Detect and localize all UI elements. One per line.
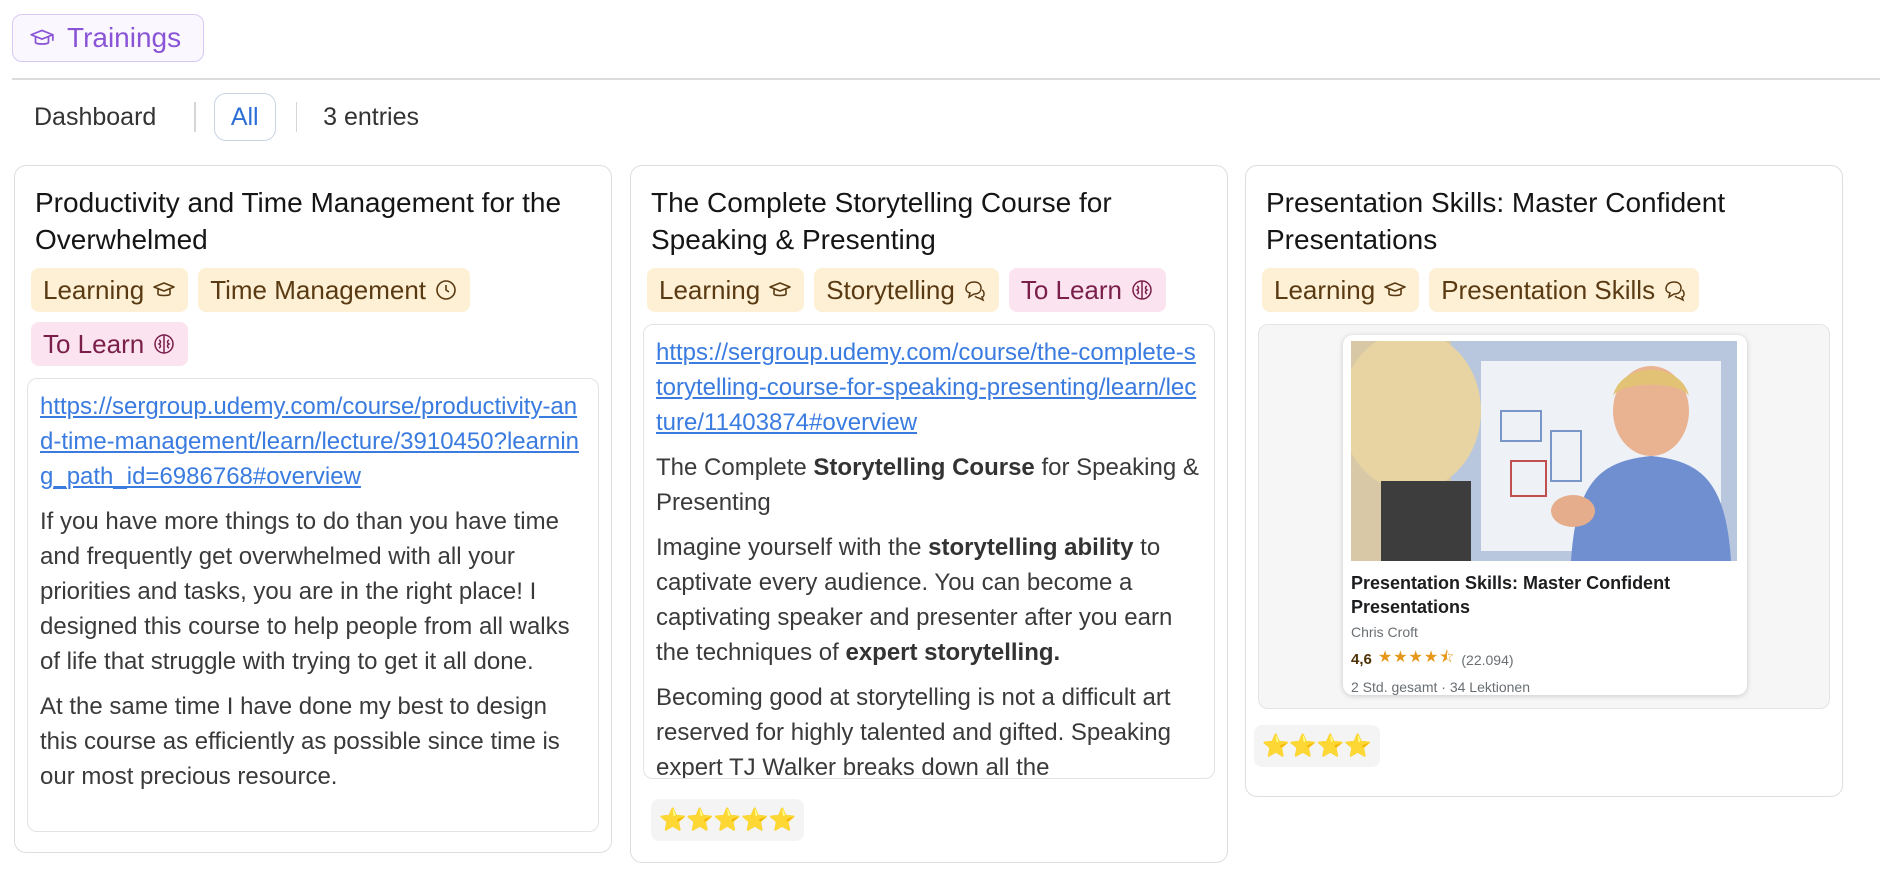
rating-value: 4,6 [1351,651,1372,668]
preview-meta: 2 Std. gesamt · 34 Lektionen [1351,679,1530,695]
tag-list: Learning Presentation Skills [1246,258,1842,312]
link-preview-container: Presentation Skills: Master Confident Pr… [1258,324,1830,709]
tag-label: To Learn [43,328,145,359]
tag-list: Learning Time Management To Learn [15,258,535,366]
description-paragraph: Becoming good at storytelling is not a d… [656,684,1172,779]
rating-count: (22.094) [1461,651,1514,668]
entries-count: 3 entries [323,102,419,131]
page-header: Trainings [12,14,205,62]
card-content: https://sergroup.udemy.com/course/the-co… [643,324,1215,779]
view-separator [194,102,196,132]
tag-label: Learning [43,274,145,305]
tag-label: Learning [1274,274,1376,305]
card-title: Presentation Skills: Master Confident Pr… [1266,187,1726,255]
card-title: The Complete Storytelling Course for Spe… [651,187,1112,255]
course-link[interactable]: https://sergroup.udemy.com/course/the-co… [656,335,1202,440]
paragraph-bold-text: storytelling ability [928,534,1134,561]
gallery-card[interactable]: Productivity and Time Management for the… [14,165,612,853]
tag-storytelling[interactable]: Storytelling [814,268,999,312]
course-thumbnail [1351,341,1737,561]
tag-list: Learning Storytelling To Learn [631,258,1227,312]
star-rating: ⭐⭐⭐⭐⭐ [659,807,797,833]
brain-icon [1132,280,1152,300]
preview-rating: 4,6 ★★★★⯪ (22.094) [1351,646,1739,673]
tag-label: Time Management [210,274,426,305]
course-link[interactable]: https://sergroup.udemy.com/course/produc… [40,389,586,494]
tag-to-learn[interactable]: To Learn [31,322,189,366]
rating-stars: ★★★★⯪ [1377,649,1456,666]
course-preview-card[interactable]: Presentation Skills: Master Confident Pr… [1343,335,1747,695]
tag-presentation-skills[interactable]: Presentation Skills [1429,268,1700,312]
card-title: Productivity and Time Management for the… [35,187,562,255]
page-title: Trainings [67,22,182,53]
graduation-cap-icon [769,282,792,297]
graduation-cap-icon [30,29,54,45]
chat-bubbles-icon [965,281,985,302]
tag-learning[interactable]: Learning [647,268,805,312]
tag-time-management[interactable]: Time Management [198,268,470,312]
tag-label: Presentation Skills [1441,274,1656,305]
card-content: https://sergroup.udemy.com/course/produc… [27,378,599,832]
graduation-cap-icon [1384,282,1407,297]
preview-author: Chris Croft [1351,624,1418,640]
rating-property[interactable]: ⭐⭐⭐⭐⭐ [651,799,804,841]
chat-bubbles-icon [1665,281,1685,302]
tag-to-learn[interactable]: To Learn [1008,268,1167,312]
tag-learning[interactable]: Learning [1262,268,1420,312]
paragraph-text: Imagine yourself with the [656,534,929,561]
heading-text: The Complete [656,454,814,481]
gallery-card[interactable]: The Complete Storytelling Course for Spe… [630,165,1228,863]
description-heading: The Complete Storytelling Course for Spe… [656,450,1202,520]
description-paragraph: If you have more things to do than you h… [40,508,570,675]
graduation-cap-icon [153,282,176,297]
heading-bold-text: Storytelling Course [813,454,1035,481]
description-paragraph: At the same time I have done my best to … [40,693,560,790]
view-separator [295,102,298,132]
view-bar: Dashboard All 3 entries [30,92,423,142]
rating-property[interactable]: ⭐⭐⭐⭐ [1254,725,1380,767]
presenter-photo [1351,341,1737,561]
gallery-card[interactable]: Presentation Skills: Master Confident Pr… [1245,165,1843,797]
tag-label: Learning [659,274,761,305]
header-divider [12,78,1880,80]
rating-row: ⭐⭐⭐⭐⭐ [631,799,1227,841]
page-title-pill[interactable]: Trainings [12,14,205,62]
paragraph-bold-text: expert storytelling. [845,639,1061,666]
view-all-tab[interactable]: All [213,93,276,141]
star-rating: ⭐⭐⭐⭐ [1262,733,1373,759]
dashboard-view-tab[interactable]: Dashboard [30,103,160,132]
tag-label: Storytelling [826,274,955,305]
tag-learning[interactable]: Learning [31,268,189,312]
description-paragraph: Imagine yourself with the storytelling a… [656,530,1202,670]
preview-title: Presentation Skills: Master Confident Pr… [1351,573,1671,617]
rating-row: ⭐⭐⭐⭐ [1246,725,1842,767]
tag-label: To Learn [1020,274,1123,305]
brain-icon [154,334,174,354]
clock-icon [436,280,456,300]
